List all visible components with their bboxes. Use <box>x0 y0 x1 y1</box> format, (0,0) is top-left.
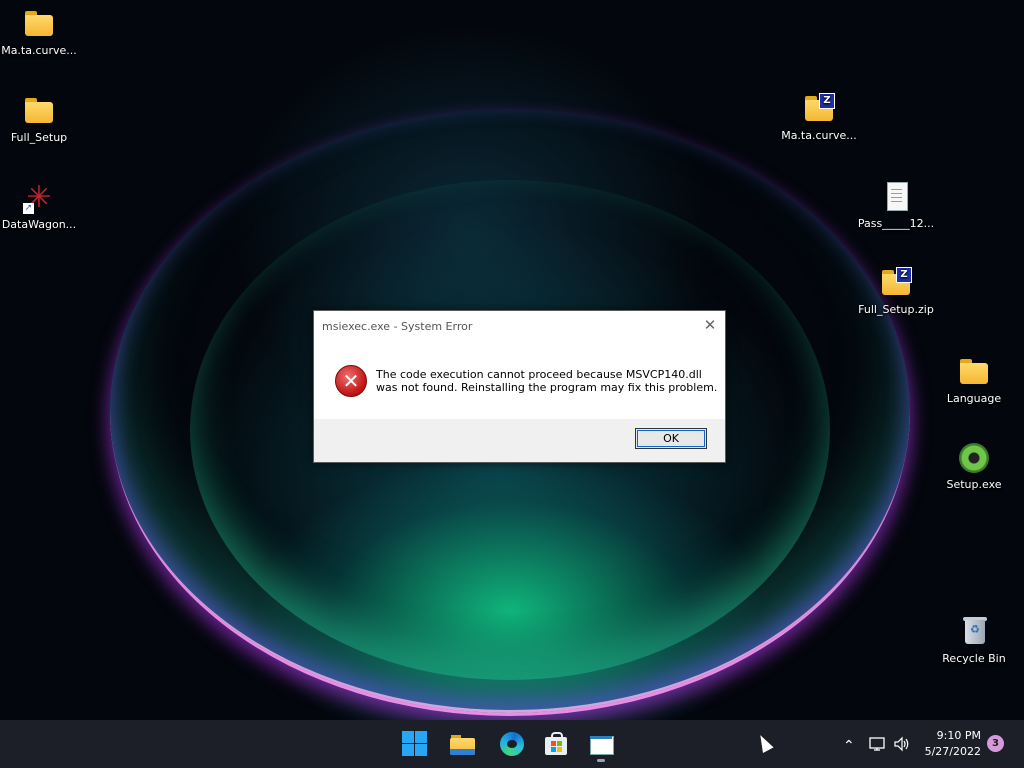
desktop-icon-label: Full_Setup.zip <box>858 303 934 316</box>
notification-badge[interactable]: 3 <box>987 735 1004 752</box>
folder-icon <box>23 8 55 40</box>
desktop-icon-folder[interactable]: Ma.ta.curve... <box>0 8 81 57</box>
running-app-icon[interactable] <box>587 730 615 758</box>
setup-disc-icon <box>958 442 990 474</box>
folder-icon <box>23 95 55 127</box>
dialog-message-line-2: was not found. Reinstalling the program … <box>376 381 718 394</box>
zip-folder-icon: Z <box>803 93 835 125</box>
dialog-message-line-1: The code execution cannot proceed becaus… <box>376 368 702 381</box>
network-icon[interactable] <box>869 736 887 756</box>
running-app-indicator <box>597 759 605 762</box>
file-explorer-icon[interactable] <box>448 730 476 758</box>
dialog-title: msiexec.exe - System Error <box>322 320 473 333</box>
ok-button[interactable]: OK <box>635 428 707 449</box>
desktop-icon-zip[interactable]: Z Ma.ta.curve... <box>777 93 861 142</box>
desktop-icon-label: Full_Setup <box>10 131 68 144</box>
dialog-footer: OK <box>314 419 725 462</box>
desktop-icon-datawagon[interactable]: ✳ ➚ DataWagon... <box>0 180 81 232</box>
start-icon[interactable] <box>401 730 429 758</box>
desktop-icon-text-document[interactable]: Pass_____12... <box>854 181 938 230</box>
error-icon: ✕ <box>335 365 367 397</box>
desktop-icon-zip[interactable]: Z Full_Setup.zip <box>854 267 938 316</box>
store-icon[interactable] <box>542 730 570 758</box>
desktop-icon-label: Pass_____12... <box>857 217 935 230</box>
volume-icon[interactable] <box>893 736 911 756</box>
clock-date[interactable]: 5/27/2022 <box>915 745 981 758</box>
chevron-up-icon[interactable]: ⌃ <box>843 738 855 754</box>
system-error-dialog: msiexec.exe - System Error ✕ ✕ The code … <box>313 310 726 463</box>
desktop-icon-folder[interactable]: Full_Setup <box>0 95 81 144</box>
desktop-icon-label: Ma.ta.curve... <box>781 129 857 142</box>
desktop-icon-label: Ma.ta.curve... <box>1 44 77 57</box>
shortcut-arrow-icon: ➚ <box>23 203 34 214</box>
desktop-icon-label: Language <box>946 392 1002 405</box>
desktop-icon-setup[interactable]: Setup.exe <box>932 442 1016 491</box>
close-icon[interactable]: ✕ <box>700 315 720 335</box>
folder-icon <box>958 356 990 388</box>
desktop-icon-folder[interactable]: Language <box>932 356 1016 405</box>
desktop-icon-recycle-bin[interactable]: ♻ Recycle Bin <box>932 616 1016 665</box>
desktop-icon-label: Setup.exe <box>946 478 1002 491</box>
text-document-icon <box>880 181 912 213</box>
desktop-icon-label: DataWagon... <box>1 218 77 231</box>
zip-folder-icon: Z <box>880 267 912 299</box>
datawagon-shortcut-icon: ✳ ➚ <box>23 180 52 215</box>
recycle-bin-icon: ♻ <box>958 616 990 648</box>
edge-icon[interactable] <box>498 730 526 758</box>
desktop-icon-label: Recycle Bin <box>942 652 1006 665</box>
clock-time[interactable]: 9:10 PM <box>915 729 981 742</box>
